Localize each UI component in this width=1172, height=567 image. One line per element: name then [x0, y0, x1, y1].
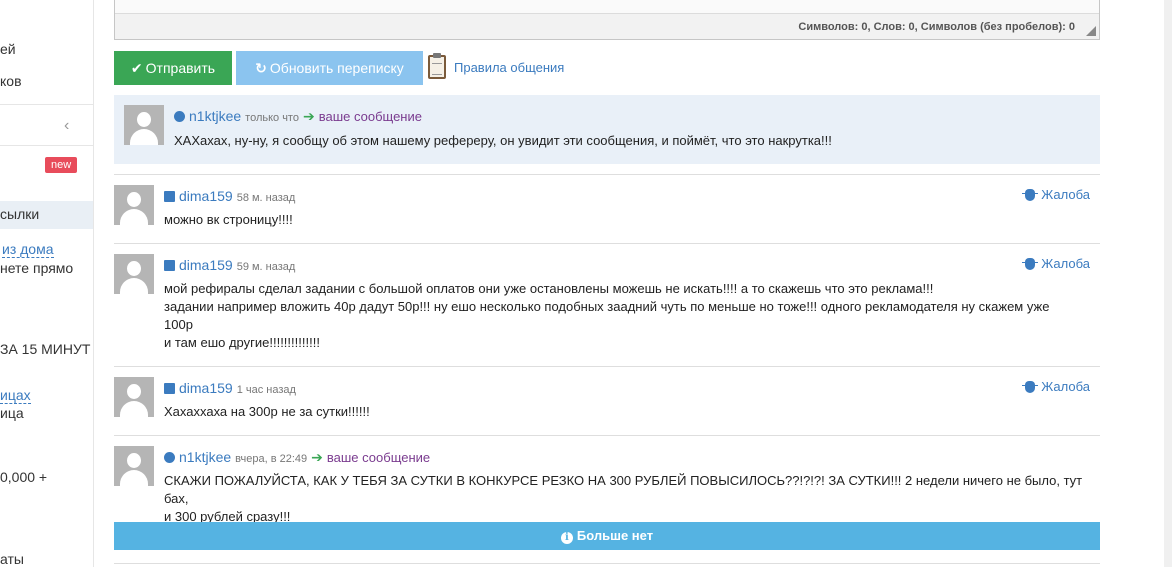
message-line: Хахаххаха на 300р не за сутки!!!!!!: [164, 404, 370, 419]
message-time: вчера, в 22:49: [235, 453, 308, 465]
arrow-right-icon: ➔: [311, 449, 323, 465]
offline-status-icon: [164, 191, 175, 202]
scrollbar-track[interactable]: [1164, 0, 1172, 567]
resize-handle-icon[interactable]: [1086, 26, 1096, 36]
sidebar-active-item[interactable]: сылки: [0, 201, 93, 229]
message-time: 59 м. назад: [236, 261, 296, 273]
avatar[interactable]: [114, 446, 154, 486]
online-status-icon: [174, 111, 185, 122]
chat-message: n1ktjkee вчера, в 22:49 ➔ ваше сообщение…: [114, 435, 1100, 524]
refresh-icon: ↻: [255, 60, 267, 76]
offline-status-icon: [164, 260, 175, 271]
sidebar-text: нете прямо: [0, 260, 74, 276]
arrow-right-icon: ➔: [302, 108, 315, 124]
info-icon: i: [560, 532, 573, 544]
chat-message: dima159 59 м. назад Жалоба мой рефиралы …: [114, 243, 1100, 367]
message-time: 1 час назад: [236, 384, 296, 396]
bug-icon: [1022, 257, 1039, 270]
report-button[interactable]: Жалоба: [1022, 187, 1090, 202]
message-text: СКАЖИ ПОЖАЛУЙСТА, КАК У ТЕБЯ ЗА СУТКИ В …: [164, 472, 1100, 526]
username-link[interactable]: n1ktjkee: [179, 449, 231, 465]
sidebar-collapse-button[interactable]: ‹: [0, 104, 93, 146]
sidebar-link[interactable]: ицах: [0, 387, 31, 404]
report-label: Жалоба: [1041, 187, 1090, 202]
no-more-messages-bar[interactable]: i Больше нет: [114, 522, 1100, 550]
message-line: задании например вложить 40р дадут 50р!!…: [164, 299, 1050, 314]
new-badge: new: [45, 157, 78, 173]
sidebar-item[interactable]: ей: [0, 41, 16, 57]
message-line: 100р: [164, 317, 193, 332]
bug-icon: [1022, 380, 1039, 393]
username-link[interactable]: dima159: [179, 380, 233, 396]
sidebar-link-label: из дома: [2, 241, 54, 258]
sidebar-text: ица: [0, 405, 24, 421]
sidebar-item[interactable]: ков: [0, 73, 22, 89]
message-text: можно вк строницу!!!!: [164, 211, 293, 229]
message-time: только что: [245, 112, 299, 124]
clipboard-icon: [428, 53, 446, 79]
message-meta: n1ktjkee только что ➔ ваше сообщение: [174, 108, 422, 125]
message-line: СКАЖИ ПОЖАЛУЙСТА, КАК У ТЕБЯ ЗА СУТКИ В …: [164, 473, 1083, 506]
message-time: 58 м. назад: [236, 192, 296, 204]
message-editor[interactable]: Символов: 0, Слов: 0, Символов (без проб…: [114, 0, 1100, 40]
send-button-label: Отправить: [145, 60, 216, 76]
refresh-button-label: Обновить переписку: [269, 60, 404, 76]
reply-target: ваше сообщение: [326, 450, 431, 465]
chat-message: n1ktjkee только что ➔ ваше сообщение ХАХ…: [114, 95, 1100, 164]
message-line: и там ешо другие!!!!!!!!!!!!!!: [164, 335, 320, 350]
sidebar-text: 0,000 +: [0, 469, 48, 485]
chat-rules-link[interactable]: Правила общения: [428, 53, 565, 79]
message-line: можно вк строницу!!!!: [164, 212, 293, 227]
sidebar: ей ков ‹ new сылки из дома нете прямо ЗА…: [0, 0, 94, 567]
sidebar-link-label: ицах: [0, 387, 31, 404]
avatar[interactable]: [124, 105, 164, 145]
editor-textarea[interactable]: [115, 0, 1099, 14]
chevron-left-icon: ‹: [64, 117, 70, 134]
online-status-icon: [164, 452, 175, 463]
avatar[interactable]: [114, 377, 154, 417]
username-link[interactable]: dima159: [179, 188, 233, 204]
message-meta: dima159 58 м. назад: [164, 188, 295, 204]
bug-icon: [1022, 188, 1039, 201]
chat-message: dima159 1 час назад Жалоба Хахаххаха на …: [114, 366, 1100, 436]
report-button[interactable]: Жалоба: [1022, 256, 1090, 271]
sidebar-item-label: сылки: [0, 206, 40, 222]
refresh-chat-button[interactable]: ↻ Обновить переписку: [236, 51, 423, 85]
divider: [114, 563, 1100, 564]
message-line: мой рефиралы сделал задании с большой оп…: [164, 281, 934, 296]
username-link[interactable]: n1ktjkee: [189, 108, 241, 124]
sidebar-link[interactable]: из дома: [0, 241, 54, 258]
offline-status-icon: [164, 383, 175, 394]
send-button[interactable]: ✔ Отправить: [114, 51, 232, 85]
message-line: ХАХахах, ну-ну, я сообщу об этом нашему …: [174, 133, 832, 148]
username-link[interactable]: dima159: [179, 257, 233, 273]
message-text: ХАХахах, ну-ну, я сообщу об этом нашему …: [174, 132, 832, 150]
editor-stats: Символов: 0, Слов: 0, Символов (без проб…: [798, 21, 1075, 33]
report-button[interactable]: Жалоба: [1022, 379, 1090, 394]
no-more-label: Больше нет: [576, 528, 654, 543]
sidebar-text: аты: [0, 551, 24, 567]
report-label: Жалоба: [1041, 379, 1090, 394]
reply-target: ваше сообщение: [318, 109, 422, 124]
avatar[interactable]: [114, 254, 154, 294]
message-meta: n1ktjkee вчера, в 22:49 ➔ ваше сообщение: [164, 449, 430, 466]
message-text: мой рефиралы сделал задании с большой оп…: [164, 280, 1049, 352]
message-meta: dima159 59 м. назад: [164, 257, 295, 273]
message-meta: dima159 1 час назад: [164, 380, 296, 396]
page-scrollbar[interactable]: [1120, 0, 1172, 567]
message-text: Хахаххаха на 300р не за сутки!!!!!!: [164, 403, 370, 421]
chat-rules-label: Правила общения: [454, 59, 565, 75]
avatar[interactable]: [114, 185, 154, 225]
report-label: Жалоба: [1041, 256, 1090, 271]
check-square-icon: ✔: [130, 60, 143, 76]
chat-message: dima159 58 м. назад Жалоба можно вк стро…: [114, 174, 1100, 244]
sidebar-text: ЗА 15 МИНУТ: [0, 341, 91, 357]
